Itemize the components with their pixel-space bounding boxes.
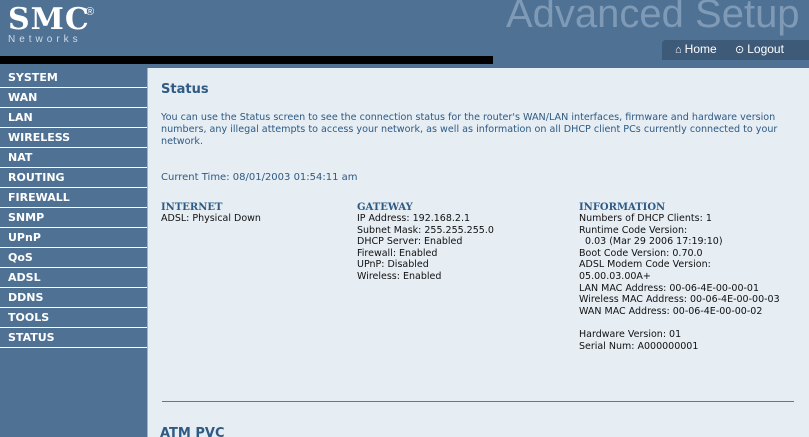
- page-title: Status: [161, 82, 209, 97]
- logout-icon: ⊙: [735, 44, 745, 56]
- current-time: Current Time: 08/01/2003 01:54:11 am: [161, 172, 358, 183]
- logo-subtitle: Networks: [8, 34, 82, 45]
- logo-registered-mark: ®: [86, 6, 95, 18]
- sidebar-item-wan[interactable]: WAN: [0, 88, 147, 108]
- firewall-status: Firewall: Enabled: [357, 247, 438, 259]
- banner-title: Advanced Setup: [506, 0, 800, 36]
- section-divider: [162, 401, 794, 402]
- gateway-section: GATEWAY IP Address: 192.168.2.1 Subnet M…: [357, 202, 567, 283]
- sidebar-item-qos[interactable]: QoS: [0, 248, 147, 268]
- home-icon: ⌂: [675, 44, 682, 56]
- sidebar: SYSTEM WAN LAN WIRELESS NAT ROUTING FIRE…: [0, 68, 147, 437]
- wireless-mac-address: Wireless MAC Address: 00-06-4E-00-00-03: [579, 294, 780, 306]
- boot-code-version: Boot Code Version: 0.70.0: [579, 247, 703, 259]
- adsl-status: ADSL: Physical Down: [161, 213, 261, 224]
- header: SMC ® Networks Advanced Setup ⌂ Home ⊙ Log…: [0, 0, 809, 68]
- hardware-version: Hardware Version: 01: [579, 328, 682, 340]
- internet-heading: INTERNET: [161, 202, 223, 213]
- smc-logo: SMC ® Networks: [8, 4, 118, 50]
- sidebar-item-tools[interactable]: TOOLS: [0, 308, 147, 328]
- internet-section: INTERNET ADSL: Physical Down: [161, 202, 351, 225]
- ip-address: IP Address: 192.168.2.1: [357, 213, 471, 224]
- home-link[interactable]: ⌂ Home: [675, 42, 717, 56]
- serial-number: Serial Num: A000000001: [579, 340, 699, 352]
- intro-text: You can use the Status screen to see the…: [161, 112, 778, 147]
- adsl-modem-code-version: 05.00.03.00A+: [579, 270, 651, 282]
- dhcp-server: DHCP Server: Enabled: [357, 236, 463, 248]
- sidebar-item-firewall[interactable]: FIREWALL: [0, 188, 147, 208]
- sidebar-item-upnp[interactable]: UPnP: [0, 228, 147, 248]
- atm-pvc-heading: ATM PVC: [160, 426, 225, 437]
- home-label: Home: [684, 42, 717, 56]
- information-heading: INFORMATION: [579, 202, 666, 213]
- logout-link[interactable]: ⊙ Logout: [735, 42, 784, 56]
- upnp-status: UPnP: Disabled: [357, 259, 429, 271]
- app-window: SMC ® Networks Advanced Setup ⌂ Home ⊙ Log…: [0, 0, 809, 437]
- main-content: Status You can use the Status screen to …: [147, 68, 809, 437]
- wireless-status: Wireless: Enabled: [357, 270, 442, 282]
- subnet-mask: Subnet Mask: 255.255.255.0: [357, 224, 494, 236]
- runtime-code-version: 0.03 (Mar 29 2006 17:19:10): [579, 236, 723, 248]
- logout-label: Logout: [747, 42, 784, 56]
- sidebar-item-ddns[interactable]: DDNS: [0, 288, 147, 308]
- header-divider: [0, 56, 493, 64]
- sidebar-item-adsl[interactable]: ADSL: [0, 268, 147, 288]
- runtime-code-label: Runtime Code Version:: [579, 224, 688, 236]
- sidebar-item-routing[interactable]: ROUTING: [0, 168, 147, 188]
- gateway-heading: GATEWAY: [357, 202, 413, 213]
- lan-mac-address: LAN MAC Address: 00-06-4E-00-00-01: [579, 282, 759, 294]
- sidebar-item-snmp[interactable]: SNMP: [0, 208, 147, 228]
- information-section: INFORMATION Numbers of DHCP Clients: 1 R…: [579, 202, 804, 352]
- sidebar-item-status[interactable]: STATUS: [0, 328, 147, 348]
- sidebar-item-lan[interactable]: LAN: [0, 108, 147, 128]
- sidebar-item-system[interactable]: SYSTEM: [0, 68, 147, 88]
- sidebar-item-nat[interactable]: NAT: [0, 148, 147, 168]
- wan-mac-address: WAN MAC Address: 00-06-4E-00-00-02: [579, 305, 763, 317]
- adsl-modem-code-label: ADSL Modem Code Version:: [579, 259, 711, 271]
- sidebar-item-wireless[interactable]: WIRELESS: [0, 128, 147, 148]
- dhcp-clients-count: Numbers of DHCP Clients: 1: [579, 213, 712, 224]
- logo-text: SMC: [8, 2, 90, 37]
